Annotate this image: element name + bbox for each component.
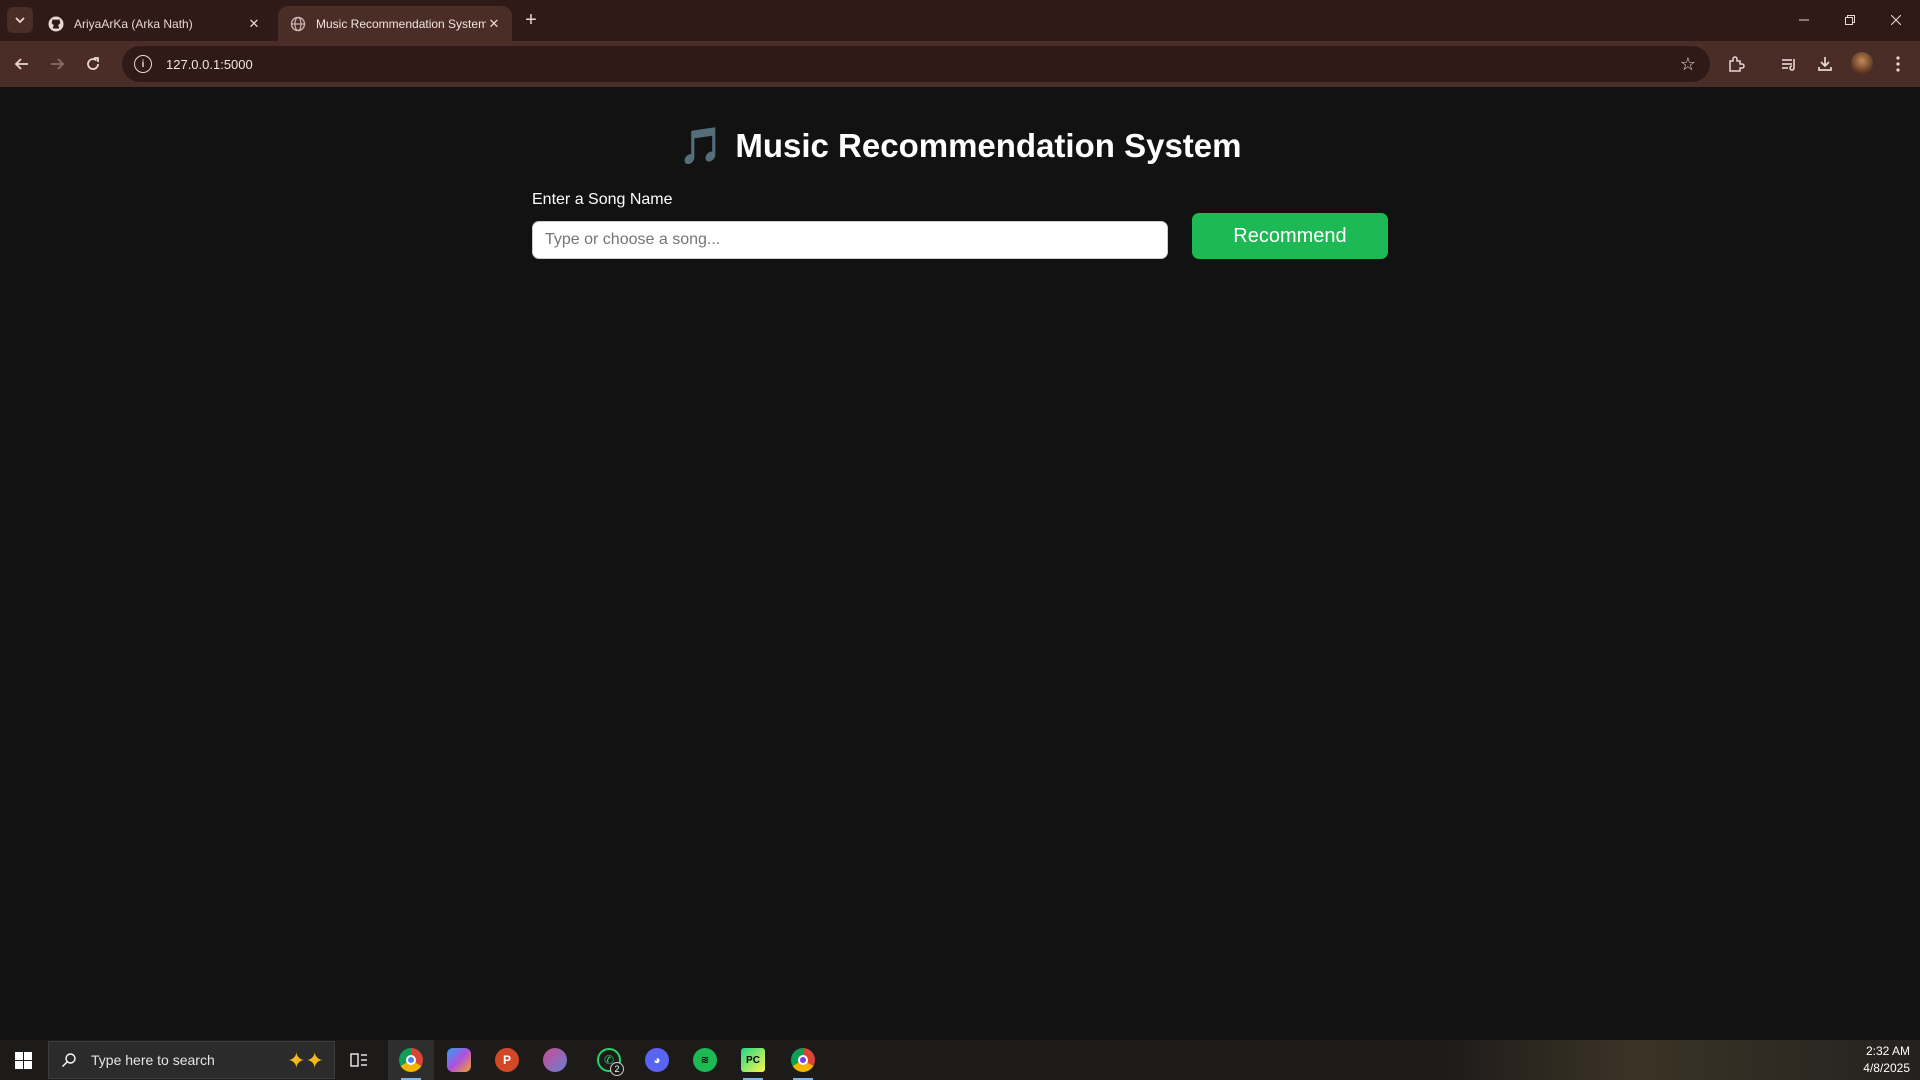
taskbar-app-chrome-profile[interactable]: [780, 1040, 826, 1080]
tab-search-button[interactable]: [7, 7, 33, 33]
extensions-button[interactable]: [1722, 50, 1750, 78]
windows-taskbar: Type here to search ✦✦ P ✆ 2 ◕ ≋ PC 2:32…: [0, 1040, 1920, 1080]
close-tab-icon[interactable]: ✕: [486, 16, 502, 32]
restore-icon: [1845, 15, 1855, 25]
browser-tabstrip: AriyaArKa (Arka Nath) ✕ Music Recommenda…: [0, 0, 1920, 41]
arrow-right-icon: [51, 58, 65, 70]
taskbar-app-chrome[interactable]: [388, 1040, 434, 1080]
tab-music-recommendation[interactable]: Music Recommendation System ✕: [278, 6, 512, 41]
task-view-icon: [350, 1053, 367, 1067]
taskbar-search-placeholder: Type here to search: [91, 1052, 215, 1068]
clock-time: 2:32 AM: [1865, 1044, 1910, 1058]
address-bar[interactable]: i 127.0.0.1:5000 ☆: [122, 46, 1710, 82]
minimize-icon: [1799, 19, 1809, 21]
github-icon: [48, 16, 64, 31]
chrome-icon: [399, 1048, 423, 1072]
tab-title: Music Recommendation System: [316, 16, 486, 31]
reload-button[interactable]: [79, 50, 107, 78]
reload-icon: [87, 57, 99, 70]
page-title-text: Music Recommendation System: [735, 127, 1242, 164]
page-title: 🎵 Music Recommendation System: [0, 125, 1920, 167]
bookmark-star-icon[interactable]: ☆: [1680, 54, 1696, 74]
tab-github[interactable]: AriyaArKa (Arka Nath) ✕: [36, 6, 272, 41]
arrow-left-icon: [14, 58, 28, 70]
windows-logo-icon: [14, 1051, 32, 1069]
back-button[interactable]: [8, 50, 36, 78]
taskbar-app-copilot[interactable]: [436, 1040, 482, 1080]
search-icon: [62, 1053, 76, 1067]
more-vertical-icon: [1896, 56, 1900, 72]
globe-icon: [290, 16, 306, 31]
taskbar-app-spotify[interactable]: ≋: [682, 1040, 728, 1080]
taskbar-app-pycharm[interactable]: PC: [730, 1040, 776, 1080]
song-name-label: Enter a Song Name: [532, 191, 673, 208]
task-view-button[interactable]: [336, 1040, 382, 1080]
restore-button[interactable]: [1827, 0, 1873, 40]
web-page: 🎵 Music Recommendation System Enter a So…: [0, 87, 1920, 1040]
copilot-icon: [447, 1048, 471, 1072]
start-button[interactable]: [0, 1040, 46, 1080]
close-icon: [1891, 15, 1901, 25]
media-controls-button[interactable]: [1775, 50, 1803, 78]
discord-icon: ◕: [645, 1048, 669, 1072]
music-note-icon: 🎵: [678, 125, 724, 166]
profile-avatar[interactable]: [1851, 52, 1873, 74]
browser-menu-button[interactable]: [1884, 50, 1912, 78]
browser-toolbar: i 127.0.0.1:5000 ☆: [0, 41, 1920, 115]
close-window-button[interactable]: [1873, 0, 1919, 40]
taskbar-app-snipping-tool[interactable]: [532, 1040, 578, 1080]
sparkle-icon: ✦✦: [287, 1048, 324, 1073]
recommend-button[interactable]: Recommend: [1192, 213, 1388, 259]
close-tab-icon[interactable]: ✕: [246, 16, 262, 32]
taskbar-app-discord[interactable]: ◕: [634, 1040, 680, 1080]
taskbar-app-whatsapp[interactable]: ✆ 2: [586, 1040, 632, 1080]
chevron-down-icon: [15, 17, 25, 24]
powerpoint-icon: P: [495, 1048, 519, 1072]
forward-button[interactable]: [43, 50, 71, 78]
download-icon: [1818, 57, 1832, 71]
taskbar-search-box[interactable]: Type here to search ✦✦: [48, 1041, 335, 1079]
playlist-icon: [1782, 59, 1795, 71]
spotify-icon: ≋: [693, 1048, 717, 1072]
song-search-input[interactable]: [532, 221, 1168, 259]
tab-title: AriyaArKa (Arka Nath): [74, 16, 193, 31]
minimize-button[interactable]: [1781, 0, 1827, 40]
url-text: 127.0.0.1:5000: [166, 56, 253, 72]
clock-date: 4/8/2025: [1863, 1061, 1910, 1075]
site-info-icon[interactable]: i: [134, 55, 152, 73]
chrome-icon: [791, 1048, 815, 1072]
notification-badge: 2: [610, 1062, 624, 1076]
new-tab-button[interactable]: +: [519, 8, 543, 32]
pycharm-icon: PC: [741, 1048, 765, 1072]
downloads-button[interactable]: [1811, 50, 1839, 78]
snipping-tool-icon: [543, 1048, 567, 1072]
puzzle-icon: [1729, 56, 1745, 72]
taskbar-app-powerpoint[interactable]: P: [484, 1040, 530, 1080]
system-clock[interactable]: 2:32 AM 4/8/2025: [1863, 1043, 1910, 1077]
